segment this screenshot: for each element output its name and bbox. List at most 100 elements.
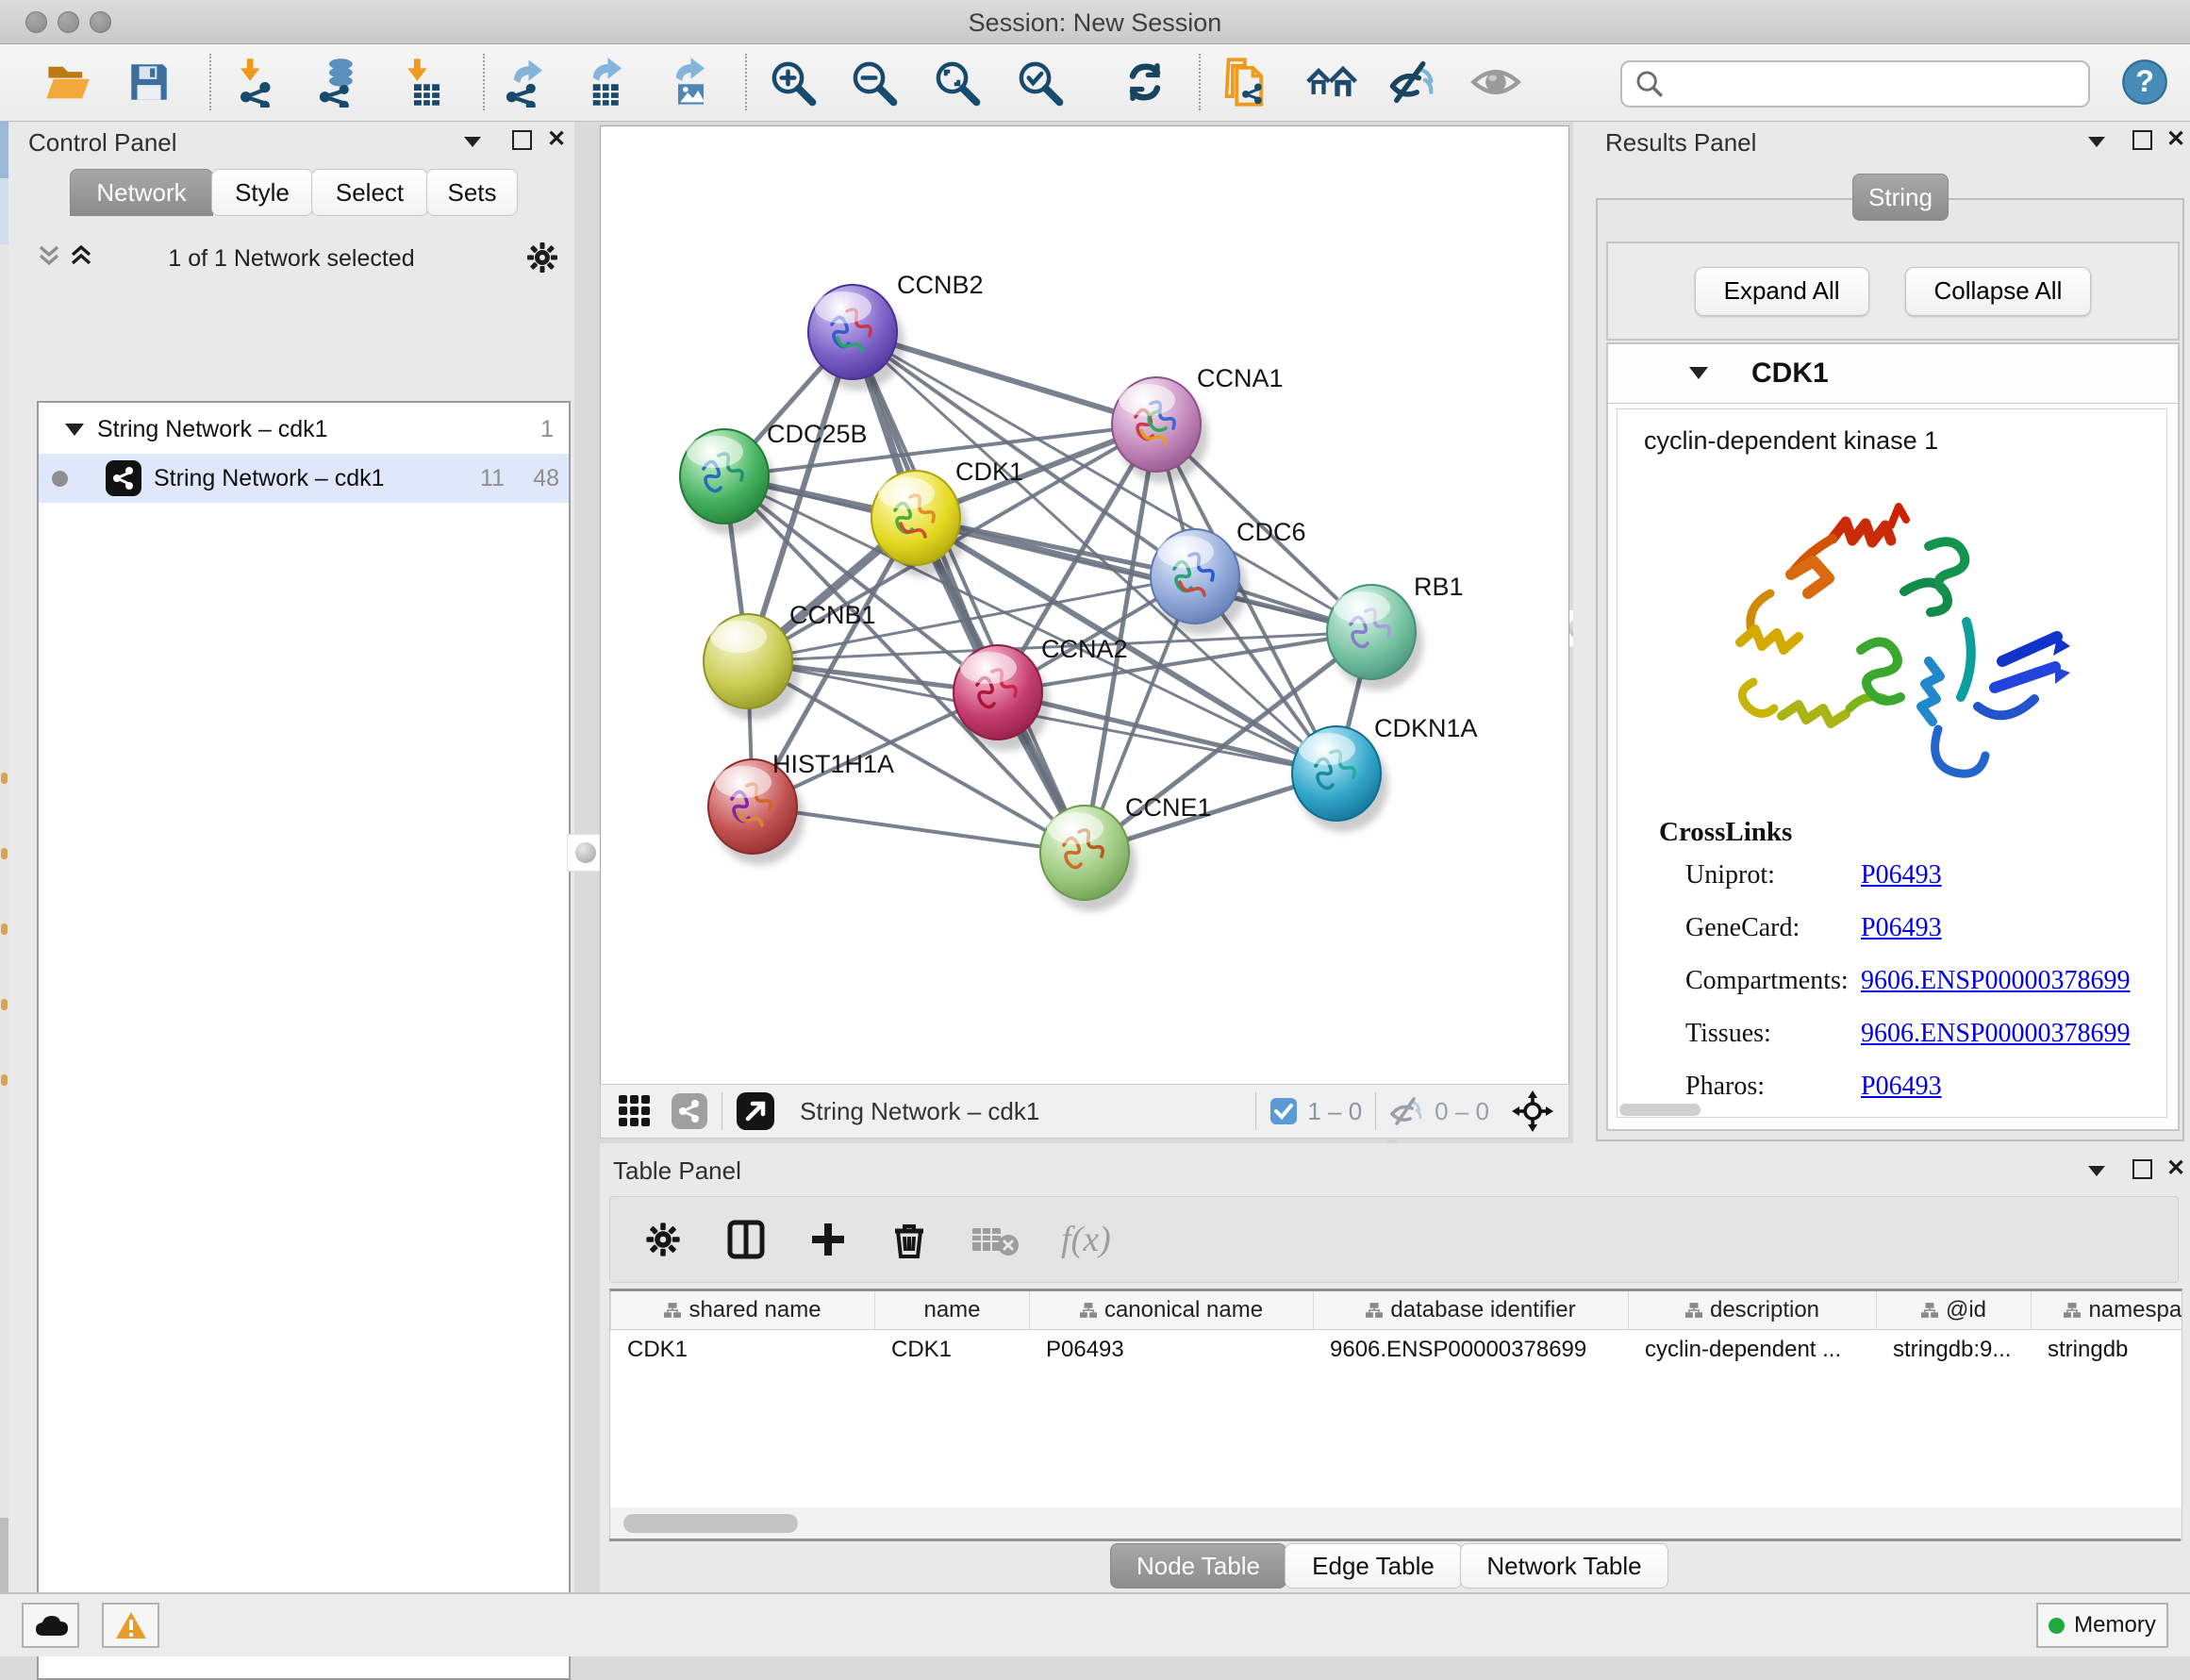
gene-collapse-icon[interactable]	[1689, 367, 1708, 379]
search-input[interactable]	[1673, 64, 2088, 104]
cloud-status-button[interactable]	[22, 1603, 79, 1648]
table-cell[interactable]: 9606.ENSP00000378699	[1313, 1330, 1628, 1370]
node-label-hist1h1a: HIST1H1A	[772, 750, 894, 778]
table-panel-float-icon[interactable]	[2132, 1159, 2152, 1179]
save-session-icon[interactable]	[123, 56, 175, 108]
tab-network[interactable]: Network	[70, 169, 213, 216]
table-row[interactable]: CDK1CDK1P064939606.ENSP00000378699cyclin…	[610, 1330, 2182, 1370]
import-network-database-icon[interactable]	[311, 56, 364, 108]
tab-sets[interactable]: Sets	[426, 169, 518, 216]
network-canvas[interactable]: CCNB2CCNA1CDC25BCDK1CDC6RB1CCNB1CCNA2CDK…	[600, 125, 1569, 1085]
column-header-name[interactable]: name	[874, 1291, 1029, 1329]
table-cell[interactable]: P06493	[1029, 1330, 1313, 1370]
warning-status-button[interactable]	[102, 1603, 159, 1648]
column-header--id[interactable]: @id	[1876, 1291, 2031, 1329]
open-session-icon[interactable]	[41, 56, 94, 108]
tab-string[interactable]: String	[1852, 174, 1949, 221]
collapse-all-button[interactable]: Collapse All	[1905, 267, 2092, 316]
import-network-file-icon[interactable]	[231, 56, 284, 108]
collection-expand-icon[interactable]	[65, 424, 84, 436]
results-panel-title: Results Panel	[1605, 128, 1756, 158]
results-panel-menu-icon[interactable]	[2088, 137, 2105, 147]
table-cell[interactable]: stringdb:9...	[1876, 1330, 2031, 1370]
column-header-database-identifier[interactable]: database identifier	[1313, 1291, 1628, 1329]
network-collection-row[interactable]: String Network – cdk1 1	[39, 405, 569, 454]
crosslink-link[interactable]: P06493	[1861, 1072, 1942, 1102]
toolbar-separator	[1199, 54, 1201, 110]
tab-edge-table[interactable]: Edge Table	[1285, 1543, 1462, 1589]
column-header-namespace[interactable]: namespace	[2031, 1291, 2182, 1329]
table-cell[interactable]: stringdb	[2031, 1330, 2182, 1370]
network-options-gear-icon[interactable]	[523, 239, 561, 276]
export-network-icon[interactable]	[498, 56, 551, 108]
pan-crosshair-icon[interactable]	[1510, 1089, 1555, 1134]
zoom-fit-icon[interactable]	[930, 56, 983, 108]
zoom-selected-icon[interactable]	[1013, 56, 1066, 108]
tab-network-table[interactable]: Network Table	[1460, 1543, 1668, 1589]
show-panel-eye-icon[interactable]	[1469, 56, 1522, 108]
show-columns-icon[interactable]	[725, 1219, 767, 1260]
zoom-in-icon[interactable]	[766, 56, 819, 108]
control-panel: Control Panel ✕ NetworkStyleSelectSets 1…	[8, 122, 574, 1592]
memory-label: Memory	[2074, 1612, 2156, 1638]
collection-count: 1	[540, 416, 554, 443]
crosslink-link[interactable]: 9606.ENSP00000378699	[1861, 1019, 2130, 1049]
search-box[interactable]	[1620, 60, 2090, 108]
table-gear-icon[interactable]	[642, 1219, 684, 1260]
column-header-shared-name[interactable]: shared name	[610, 1291, 874, 1329]
share-file-icon[interactable]	[1220, 56, 1273, 108]
toolbar-separator	[483, 54, 485, 110]
table-panel-menu-icon[interactable]	[2088, 1166, 2105, 1176]
hidden-eye-icon[interactable]	[1389, 1095, 1425, 1127]
tab-style[interactable]: Style	[211, 169, 313, 216]
table-scrollbar-thumb[interactable]	[623, 1514, 798, 1533]
crosslink-label: GeneCard:	[1685, 913, 1861, 943]
tab-select[interactable]: Select	[311, 169, 428, 216]
control-panel-float-icon[interactable]	[512, 130, 532, 150]
export-image-icon[interactable]	[660, 56, 713, 108]
results-scrollbar-thumb[interactable]	[1619, 1104, 1701, 1116]
selected-checkbox-icon[interactable]	[1269, 1097, 1298, 1125]
column-type-icon	[1921, 1302, 1938, 1319]
table-horizontal-scrollbar[interactable]	[609, 1507, 2182, 1540]
crosslink-link[interactable]: P06493	[1861, 860, 1942, 890]
node-label-rb1: RB1	[1414, 573, 1464, 601]
zoom-out-icon[interactable]	[847, 56, 900, 108]
table-cell[interactable]: CDK1	[610, 1330, 874, 1370]
import-table-file-icon[interactable]	[396, 56, 449, 108]
network-share-view-icon[interactable]	[671, 1092, 708, 1130]
control-panel-close-icon[interactable]: ✕	[547, 128, 566, 151]
refresh-icon[interactable]	[1119, 56, 1171, 108]
control-panel-menu-icon[interactable]	[464, 137, 481, 147]
column-header-description[interactable]: description	[1628, 1291, 1876, 1329]
crosslink-link[interactable]: 9606.ENSP00000378699	[1861, 966, 2130, 996]
delete-table-icon	[971, 1221, 1020, 1258]
expand-all-button[interactable]: Expand All	[1695, 267, 1869, 316]
tab-node-table[interactable]: Node Table	[1110, 1543, 1286, 1589]
left-splitter-handle[interactable]	[567, 834, 605, 872]
network-row-selected[interactable]: String Network – cdk1 11 48	[39, 454, 569, 503]
results-panel-close-icon[interactable]: ✕	[2166, 128, 2185, 151]
svg-text:?: ?	[2135, 64, 2154, 98]
column-header-canonical-name[interactable]: canonical name	[1029, 1291, 1313, 1329]
help-icon[interactable]: ?	[2118, 56, 2171, 108]
grid-view-icon[interactable]	[616, 1092, 654, 1130]
home-pages-icon[interactable]	[1304, 56, 1357, 108]
export-table-icon[interactable]	[577, 56, 630, 108]
crosslink-link[interactable]: P06493	[1861, 913, 1942, 943]
toolbar-separator	[209, 54, 211, 110]
hide-panel-eye-icon[interactable]	[1386, 56, 1439, 108]
string-network-icon	[105, 459, 142, 497]
table-cell[interactable]: CDK1	[874, 1330, 1029, 1370]
memory-button[interactable]: Memory	[2036, 1603, 2168, 1648]
function-builder-icon: f(x)	[1061, 1219, 1111, 1260]
hidden-counts: 0 – 0	[1435, 1097, 1489, 1126]
gene-section-header[interactable]: CDK1	[1608, 344, 2178, 404]
add-column-icon[interactable]	[808, 1220, 848, 1259]
table-cell[interactable]: cyclin-dependent ...	[1628, 1330, 1876, 1370]
delete-column-icon[interactable]	[889, 1220, 929, 1259]
results-panel-float-icon[interactable]	[2132, 130, 2152, 150]
table-panel-close-icon[interactable]: ✕	[2166, 1157, 2185, 1180]
birdseye-view-icon[interactable]	[736, 1091, 775, 1131]
crosslinks-heading: CrossLinks	[1659, 817, 1792, 848]
